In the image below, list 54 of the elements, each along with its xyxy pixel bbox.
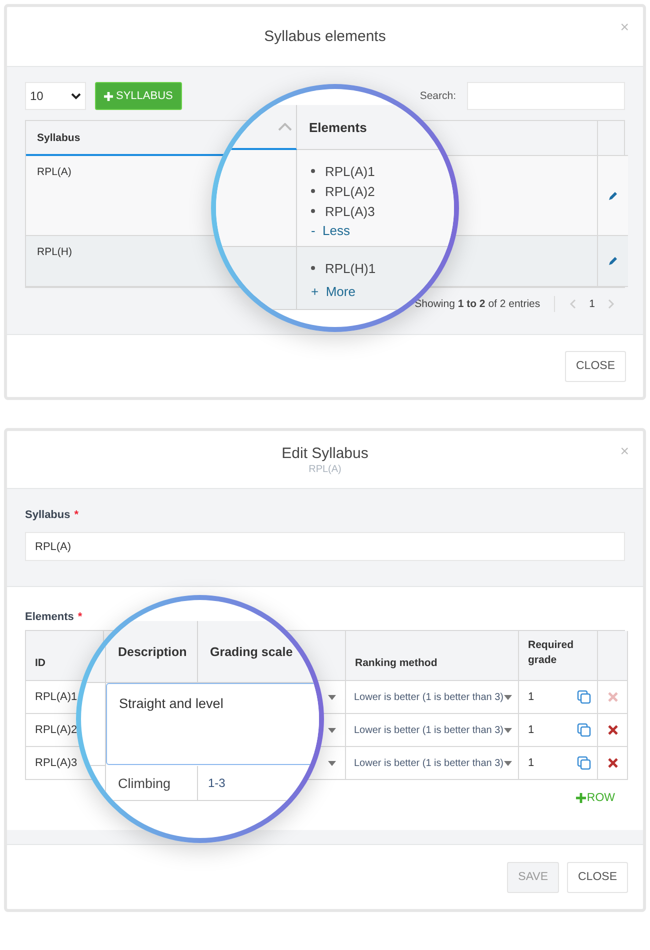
modal-subtitle: RPL(A) [308, 464, 342, 474]
required-mark: * [74, 509, 79, 521]
ranking-select[interactable]: Lower is better (1 is better than 3) [346, 747, 519, 780]
sort-up-icon [278, 122, 292, 130]
search-label: Search: [420, 90, 456, 102]
table-cell: Climbing [106, 766, 198, 801]
plus-icon [104, 92, 113, 100]
bullet-icon [311, 169, 315, 173]
toggle-link[interactable]: - Less [311, 223, 350, 238]
caret-down-icon [504, 694, 512, 700]
copy-icon[interactable] [577, 723, 591, 737]
table-cell: 1 [528, 757, 534, 769]
element-item: RPL(A)2 [325, 184, 375, 198]
page-length-select[interactable]: 10 [25, 82, 86, 110]
caret-down-icon[interactable] [328, 728, 336, 732]
caret-down-icon [504, 760, 512, 766]
delete-icon[interactable] [608, 758, 618, 768]
grading-scale-field[interactable]: 1-3 [198, 766, 319, 801]
modal-title: Syllabus elements [264, 28, 386, 45]
table-cell: 1 [528, 691, 534, 703]
caret-down-icon [504, 728, 512, 732]
caret-down-icon[interactable] [328, 760, 336, 766]
column-header: Ranking method [346, 631, 519, 681]
bullet-icon [311, 209, 315, 213]
copy-icon[interactable] [577, 756, 591, 770]
required-mark: * [78, 611, 82, 623]
element-item: RPL(H)1 [325, 260, 376, 276]
modal-title: Edit Syllabus [282, 444, 368, 462]
bullet-icon [311, 266, 315, 270]
column-header: Required grade [519, 631, 598, 681]
ranking-select[interactable]: Lower is better (1 is better than 3) [346, 681, 519, 714]
column-header: Description [106, 621, 198, 683]
bullet-icon [311, 189, 315, 193]
plus-icon [576, 793, 586, 803]
pencil-icon[interactable] [608, 256, 618, 266]
syllabus-field[interactable]: RPL(A) [25, 532, 625, 561]
caret-down-icon[interactable] [328, 694, 336, 700]
ranking-select[interactable]: Lower is better (1 is better than 3) [346, 714, 519, 747]
toggle-link[interactable]: + More [311, 284, 356, 299]
field-label: Elements [25, 611, 74, 623]
close-button[interactable]: CLOSE [567, 862, 628, 892]
chevron-down-icon [71, 92, 81, 100]
element-item: RPL(A)3 [325, 204, 375, 218]
field-label: Syllabus [25, 509, 70, 521]
table-cell: 1 [528, 724, 534, 736]
page-number[interactable]: 1 [589, 298, 595, 310]
close-button[interactable]: CLOSE [565, 350, 626, 382]
copy-icon[interactable] [577, 690, 591, 704]
search-field[interactable] [467, 82, 625, 110]
entries-info: Showing 1 to 2 of 2 entries [414, 298, 540, 310]
description-field[interactable]: Straight and level [106, 683, 319, 765]
pencil-icon[interactable] [608, 190, 618, 200]
delete-icon[interactable] [608, 725, 618, 735]
element-item: RPL(A)1 [325, 164, 375, 178]
